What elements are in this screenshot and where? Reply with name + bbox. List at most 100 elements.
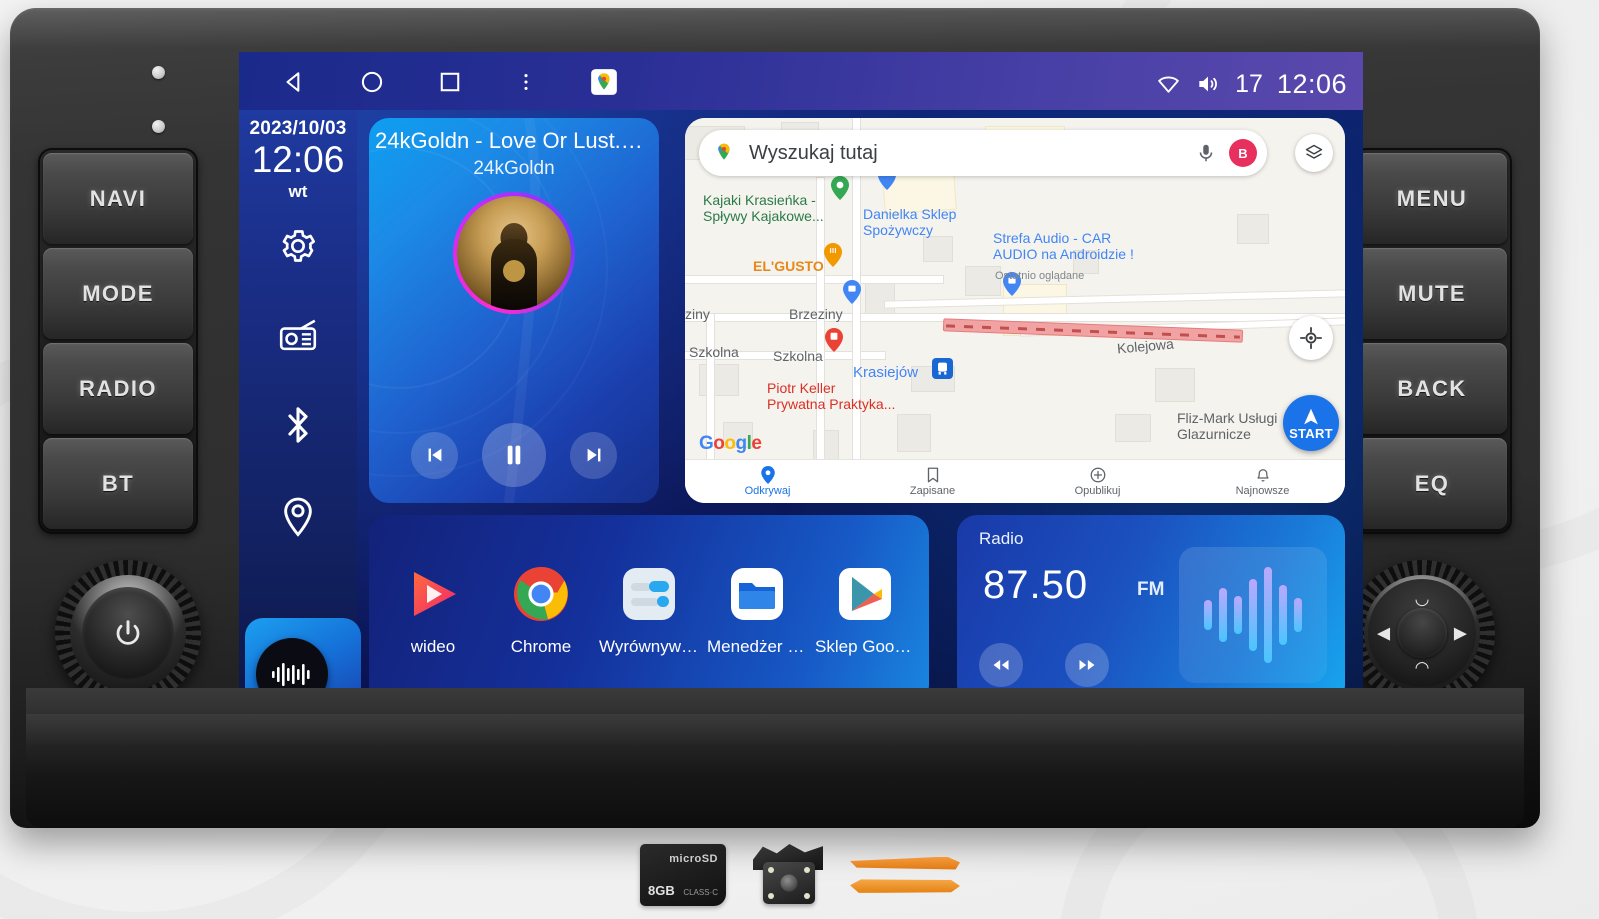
hw-button-navi[interactable]: NAVI <box>43 153 193 244</box>
call-answer-icon[interactable]: ◡ <box>1415 590 1430 607</box>
radio-title: Radio <box>979 529 1024 548</box>
map-pin-green[interactable] <box>831 176 849 200</box>
rewind-icon <box>993 660 1009 670</box>
album-art <box>457 196 571 310</box>
track-title: 24kGoldn - Love Or Lust.mp3 <box>375 128 659 153</box>
call-end-icon[interactable]: ◠ <box>1415 659 1430 676</box>
train-station-icon[interactable] <box>932 358 953 379</box>
map-nav-label: Zapisane <box>909 485 956 497</box>
sidebar-item-bluetooth[interactable] <box>280 404 316 451</box>
hw-button-bt[interactable]: BT <box>43 438 193 529</box>
radio-frequency: 87.50 <box>983 563 1089 607</box>
previous-track-button[interactable] <box>411 431 458 479</box>
dpad-ring: ◡ ◀ ▶ ◠ <box>1364 575 1480 691</box>
map-nav-item-updates[interactable]: Najnowsze <box>1180 466 1345 497</box>
map-road-label: Kolejowa <box>1116 335 1175 357</box>
hw-button-eq[interactable]: EQ <box>1357 438 1507 529</box>
waveform-bar <box>1249 579 1257 651</box>
microsd-card: microSD 8GB CLASS·C <box>640 844 726 906</box>
app-shortcut-filemanager[interactable]: Menedżer P... <box>707 563 807 657</box>
music-waveform-icon <box>272 663 310 686</box>
android-nav-icons <box>281 67 619 102</box>
android-status-bar: 17 12:06 <box>239 52 1363 116</box>
next-track-button[interactable] <box>570 431 617 479</box>
map-layers-button[interactable] <box>1295 134 1333 172</box>
my-location-button[interactable] <box>1289 316 1333 360</box>
radio-next-button[interactable] <box>1065 643 1109 687</box>
dpad-face: ◡ ◀ ▶ ◠ <box>1368 579 1476 687</box>
power-icon <box>116 620 140 645</box>
sidebar-item-radio[interactable] <box>277 315 319 360</box>
map-pin-restaurant[interactable] <box>824 243 842 267</box>
map-nav-label: Opublikuj <box>1074 485 1121 497</box>
music-player-widget[interactable]: 24kGoldn - Love Or Lust.mp3 24kGoldn <box>369 118 659 503</box>
play-pause-button[interactable] <box>482 423 546 487</box>
app-shortcut-video[interactable]: wideo <box>383 563 483 657</box>
radio-widget[interactable]: Radio 87.50 FM <box>957 515 1345 705</box>
waveform-bar <box>1219 588 1227 642</box>
sidebar-clock: 12:06 <box>251 139 345 180</box>
map-nav-item-contribute[interactable]: Opublikuj <box>1015 466 1180 497</box>
waveform-bar <box>1264 567 1272 663</box>
right-arrow-icon[interactable]: ▶ <box>1454 625 1467 642</box>
map-label: Krasiejów <box>853 364 919 381</box>
app-shortcut-equalizer[interactable]: Wyrównywa... <box>599 563 699 657</box>
play-store-icon <box>834 563 896 625</box>
map-pin-shop[interactable] <box>843 280 861 304</box>
knob-face <box>82 587 174 679</box>
hw-button-back[interactable]: BACK <box>1357 343 1507 434</box>
map-search-bar[interactable]: Wyszukaj tutaj B <box>699 130 1267 176</box>
map-label: Fliz-Mark Usługi Glazurnicze <box>1177 410 1278 443</box>
waveform-bar <box>1234 596 1242 634</box>
app-label: wideo <box>410 637 456 656</box>
sensor-led-bottom <box>152 120 165 133</box>
screenshot-root: NAVI MODE RADIO BT MENU MUTE BACK EQ ◡ ◀… <box>0 0 1599 919</box>
dpad-center-button[interactable] <box>1397 608 1447 658</box>
microphone-icon[interactable] <box>1195 142 1217 164</box>
hw-button-menu[interactable]: MENU <box>1357 153 1507 244</box>
pry-tool-straight <box>850 879 960 893</box>
left-arrow-icon[interactable]: ◀ <box>1377 625 1390 642</box>
map-pin-clinic[interactable] <box>825 328 843 352</box>
radio-controls <box>979 643 1109 687</box>
back-icon[interactable] <box>281 69 307 100</box>
file-manager-icon <box>726 563 788 625</box>
app-shortcut-playstore[interactable]: Sklep Googl... <box>815 563 915 657</box>
pin-icon <box>760 466 775 484</box>
google-maps-widget[interactable]: Kajaki Krasieńka - Spływy Kajakowe... Da… <box>685 118 1345 503</box>
map-canvas[interactable]: Kajaki Krasieńka - Spływy Kajakowe... Da… <box>685 118 1345 503</box>
radio-prev-button[interactable] <box>979 643 1023 687</box>
map-search-placeholder[interactable]: Wyszukaj tutaj <box>749 142 1195 165</box>
sidebar-shortcuts <box>277 226 319 544</box>
navigation-arrow-icon <box>1304 408 1318 424</box>
hw-button-radio[interactable]: RADIO <box>43 343 193 434</box>
camera-body <box>763 862 815 904</box>
hw-button-mode[interactable]: MODE <box>43 248 193 339</box>
launcher-desktop: 2023/10/03 12:06 wt 24kGoldn - Love Or L… <box>239 110 1363 716</box>
maps-shortcut-icon[interactable] <box>589 67 619 102</box>
sidebar-item-navigation[interactable] <box>278 495 318 544</box>
location-pin-icon <box>284 497 312 537</box>
map-road-label: ziny <box>685 306 710 322</box>
pry-tools <box>850 856 960 894</box>
map-nav-item-explore[interactable]: Odkrywaj <box>685 466 850 497</box>
sensor-led-top <box>152 66 165 79</box>
app-shortcut-chrome[interactable]: Chrome <box>491 563 591 657</box>
map-label: Kajaki Krasieńka - Spływy Kajakowe... <box>703 192 824 225</box>
chassis-bottom-lip <box>26 688 1524 828</box>
avatar[interactable]: B <box>1229 139 1257 167</box>
power-volume-knob[interactable] <box>55 560 201 706</box>
overflow-menu-icon[interactable] <box>515 69 537 100</box>
home-icon[interactable] <box>359 69 385 100</box>
recents-icon[interactable] <box>437 69 463 100</box>
map-nav-label: Odkrywaj <box>744 485 791 497</box>
map-nav-item-saved[interactable]: Zapisane <box>850 466 1015 497</box>
map-road-label: Szkolna <box>773 348 823 364</box>
track-artist: 24kGoldn <box>473 158 555 179</box>
dpad-control[interactable]: ◡ ◀ ▶ ◠ <box>1349 560 1495 706</box>
maps-logo-icon <box>718 143 730 160</box>
navigation-start-button[interactable]: START <box>1283 395 1339 451</box>
volume-level: 17 <box>1235 69 1263 98</box>
sidebar-item-settings[interactable] <box>278 226 318 271</box>
hw-button-mute[interactable]: MUTE <box>1357 248 1507 339</box>
